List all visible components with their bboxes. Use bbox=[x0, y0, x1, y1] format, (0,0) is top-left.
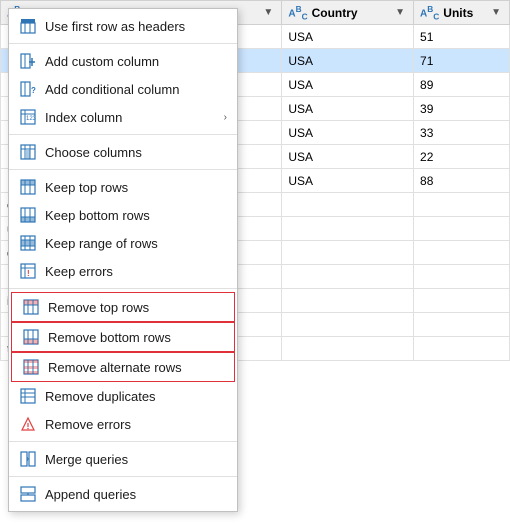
menu-label-merge-queries: Merge queries bbox=[45, 452, 227, 467]
menu-label-choose-columns: Choose columns bbox=[45, 145, 227, 160]
cell-country: USA bbox=[282, 169, 414, 193]
cell-country bbox=[282, 217, 414, 241]
cell-units: 33 bbox=[414, 121, 510, 145]
cell-units: 88 bbox=[414, 169, 510, 193]
svg-text:?: ? bbox=[31, 86, 36, 95]
cell-country bbox=[282, 313, 414, 337]
menu-item-add-conditional-column[interactable]: ? Add conditional column bbox=[9, 75, 237, 103]
keep-top-icon bbox=[19, 178, 37, 196]
cell-units bbox=[414, 241, 510, 265]
units-type-icon: ABC bbox=[420, 4, 439, 21]
cell-country: USA bbox=[282, 73, 414, 97]
table-header-icon bbox=[19, 17, 37, 35]
menu-item-choose-columns[interactable]: Choose columns bbox=[9, 138, 237, 166]
remove-bottom-icon bbox=[22, 328, 40, 346]
units-filter-button[interactable]: ▼ bbox=[489, 7, 503, 18]
conditional-column-icon: ? bbox=[19, 80, 37, 98]
menu-item-merge-queries[interactable]: Merge queries bbox=[9, 445, 237, 473]
menu-label-append-queries: Append queries bbox=[45, 487, 227, 502]
menu-label-use-first-row: Use first row as headers bbox=[45, 19, 227, 34]
menu-label-remove-alternate-rows: Remove alternate rows bbox=[48, 360, 224, 375]
cell-units: 39 bbox=[414, 97, 510, 121]
col-header-units: ABC Units ▼ bbox=[414, 1, 510, 25]
append-icon bbox=[19, 485, 37, 503]
cell-units bbox=[414, 265, 510, 289]
menu-label-add-conditional-column: Add conditional column bbox=[45, 82, 227, 97]
menu-label-remove-top-rows: Remove top rows bbox=[48, 300, 224, 315]
menu-separator bbox=[9, 169, 237, 170]
remove-errors-icon bbox=[19, 415, 37, 433]
menu-label-keep-bottom-rows: Keep bottom rows bbox=[45, 208, 227, 223]
cell-units bbox=[414, 337, 510, 361]
cell-units: 22 bbox=[414, 145, 510, 169]
cell-units bbox=[414, 217, 510, 241]
menu-label-keep-top-rows: Keep top rows bbox=[45, 180, 227, 195]
cell-units bbox=[414, 289, 510, 313]
cell-country: USA bbox=[282, 49, 414, 73]
remove-alternate-icon bbox=[22, 358, 40, 376]
choose-columns-icon bbox=[19, 143, 37, 161]
period-filter-button[interactable]: ▼ bbox=[261, 7, 275, 18]
country-type-icon: ABC bbox=[288, 4, 307, 21]
menu-item-keep-errors[interactable]: ! Keep errors bbox=[9, 257, 237, 285]
remove-duplicates-icon bbox=[19, 387, 37, 405]
cell-country: USA bbox=[282, 145, 414, 169]
menu-item-remove-bottom-rows[interactable]: Remove bottom rows bbox=[11, 322, 235, 352]
merge-icon bbox=[19, 450, 37, 468]
menu-label-keep-range-rows: Keep range of rows bbox=[45, 236, 227, 251]
menu-separator bbox=[9, 441, 237, 442]
keep-errors-icon: ! bbox=[19, 262, 37, 280]
remove-top-icon bbox=[22, 298, 40, 316]
keep-range-icon bbox=[19, 234, 37, 252]
cell-units bbox=[414, 313, 510, 337]
keep-bottom-icon bbox=[19, 206, 37, 224]
menu-item-remove-alternate-rows[interactable]: Remove alternate rows bbox=[11, 352, 235, 382]
menu-label-add-custom-column: Add custom column bbox=[45, 54, 227, 69]
menu-label-index-column: Index column bbox=[45, 110, 216, 125]
cell-units bbox=[414, 193, 510, 217]
cell-country bbox=[282, 265, 414, 289]
menu-item-index-column[interactable]: 123 Index column › bbox=[9, 103, 237, 131]
cell-country bbox=[282, 337, 414, 361]
menu-label-remove-errors: Remove errors bbox=[45, 417, 227, 432]
menu-item-keep-range-rows[interactable]: Keep range of rows bbox=[9, 229, 237, 257]
cell-country: USA bbox=[282, 97, 414, 121]
cell-country bbox=[282, 289, 414, 313]
menu-item-add-custom-column[interactable]: Add custom column bbox=[9, 47, 237, 75]
svg-text:!: ! bbox=[27, 269, 30, 278]
menu-separator bbox=[9, 476, 237, 477]
cell-country bbox=[282, 241, 414, 265]
svg-text:123: 123 bbox=[26, 116, 36, 122]
menu-item-use-first-row[interactable]: Use first row as headers bbox=[9, 12, 237, 40]
menu-item-keep-top-rows[interactable]: Keep top rows bbox=[9, 173, 237, 201]
menu-label-remove-duplicates: Remove duplicates bbox=[45, 389, 227, 404]
cell-units: 71 bbox=[414, 49, 510, 73]
menu-label-remove-bottom-rows: Remove bottom rows bbox=[48, 330, 224, 345]
menu-item-remove-top-rows[interactable]: Remove top rows bbox=[11, 292, 235, 322]
cell-country bbox=[282, 193, 414, 217]
menu-item-remove-duplicates[interactable]: Remove duplicates bbox=[9, 382, 237, 410]
add-column-icon bbox=[19, 52, 37, 70]
country-filter-button[interactable]: ▼ bbox=[393, 7, 407, 18]
submenu-arrow-icon: › bbox=[224, 112, 227, 123]
menu-label-keep-errors: Keep errors bbox=[45, 264, 227, 279]
menu-item-append-queries[interactable]: Append queries bbox=[9, 480, 237, 508]
menu-separator bbox=[9, 288, 237, 289]
cell-country: USA bbox=[282, 121, 414, 145]
cell-country: USA bbox=[282, 25, 414, 49]
cell-units: 51 bbox=[414, 25, 510, 49]
menu-item-keep-bottom-rows[interactable]: Keep bottom rows bbox=[9, 201, 237, 229]
units-col-label: Units bbox=[443, 6, 473, 20]
col-header-country: ABC Country ▼ bbox=[282, 1, 414, 25]
country-col-label: Country bbox=[312, 6, 358, 20]
cell-units: 89 bbox=[414, 73, 510, 97]
index-column-icon: 123 bbox=[19, 108, 37, 126]
menu-item-remove-errors[interactable]: Remove errors bbox=[9, 410, 237, 438]
context-menu: Use first row as headers Add custom colum… bbox=[8, 8, 238, 512]
menu-separator bbox=[9, 43, 237, 44]
menu-separator bbox=[9, 134, 237, 135]
